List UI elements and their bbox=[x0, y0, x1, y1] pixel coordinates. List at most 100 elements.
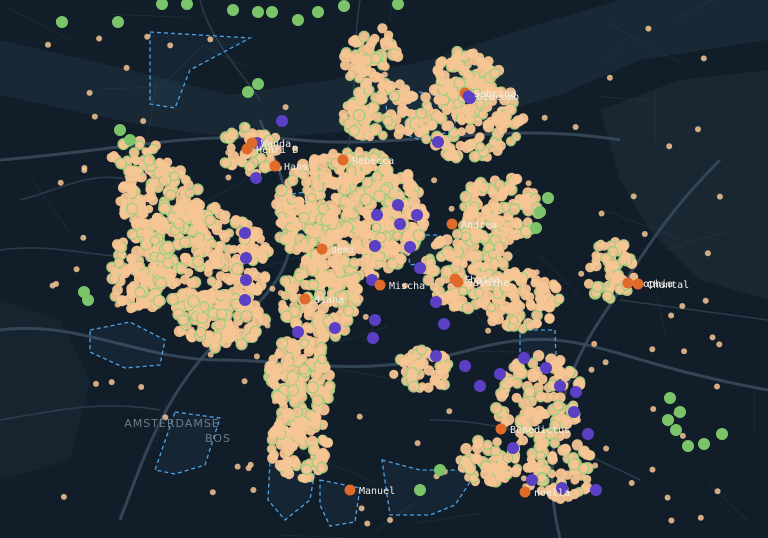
listing-point[interactable] bbox=[473, 180, 482, 189]
listing-point[interactable] bbox=[120, 192, 131, 203]
listing-point[interactable] bbox=[57, 179, 64, 186]
listing-point[interactable] bbox=[192, 255, 205, 268]
listing-point[interactable] bbox=[457, 286, 468, 296]
listing-point[interactable] bbox=[460, 66, 470, 75]
listing-point[interactable] bbox=[505, 104, 515, 114]
listing-point[interactable] bbox=[664, 494, 671, 501]
listing-point[interactable] bbox=[556, 366, 566, 376]
listing-point[interactable] bbox=[362, 313, 369, 320]
listing-point[interactable] bbox=[405, 90, 418, 103]
listing-point[interactable] bbox=[585, 262, 595, 273]
listing-point[interactable] bbox=[666, 143, 673, 150]
listing-point[interactable] bbox=[184, 268, 194, 278]
person-marker-diana[interactable]: diana bbox=[299, 293, 345, 307]
listing-point[interactable] bbox=[547, 454, 558, 465]
listing-point[interactable] bbox=[423, 382, 434, 393]
listing-point[interactable] bbox=[471, 442, 484, 454]
listing-point[interactable] bbox=[282, 442, 293, 453]
green-marker[interactable] bbox=[292, 14, 304, 26]
listing-point[interactable] bbox=[511, 392, 522, 403]
listing-point[interactable] bbox=[415, 107, 427, 119]
listing-point[interactable] bbox=[407, 354, 417, 364]
listing-point[interactable] bbox=[570, 475, 580, 485]
listing-point[interactable] bbox=[172, 216, 179, 223]
purple-marker[interactable] bbox=[582, 428, 594, 440]
listing-point[interactable] bbox=[355, 93, 367, 105]
listing-point[interactable] bbox=[379, 37, 389, 47]
listing-point[interactable] bbox=[645, 25, 652, 32]
listing-point[interactable] bbox=[486, 302, 497, 313]
listing-point[interactable] bbox=[348, 125, 360, 137]
listing-point[interactable] bbox=[293, 425, 304, 435]
listing-point[interactable] bbox=[522, 462, 533, 473]
listing-point[interactable] bbox=[420, 92, 431, 103]
listing-point[interactable] bbox=[412, 229, 426, 242]
purple-marker[interactable] bbox=[414, 262, 426, 274]
listing-point[interactable] bbox=[488, 462, 498, 472]
purple-marker[interactable] bbox=[292, 326, 304, 338]
listing-point[interactable] bbox=[210, 336, 220, 346]
listing-point[interactable] bbox=[155, 157, 165, 167]
listing-point[interactable] bbox=[490, 201, 501, 212]
listing-point[interactable] bbox=[49, 282, 56, 289]
listing-point[interactable] bbox=[310, 337, 319, 346]
listing-point[interactable] bbox=[111, 267, 120, 276]
listing-point[interactable] bbox=[161, 240, 175, 254]
listing-point[interactable] bbox=[442, 78, 453, 88]
person-dot[interactable] bbox=[446, 218, 458, 230]
listing-point[interactable] bbox=[460, 443, 472, 455]
listing-point[interactable] bbox=[177, 314, 189, 326]
listing-point[interactable] bbox=[196, 311, 209, 324]
listing-point[interactable] bbox=[436, 365, 446, 375]
purple-marker[interactable] bbox=[518, 352, 530, 364]
listing-point[interactable] bbox=[223, 291, 232, 301]
listing-point[interactable] bbox=[432, 376, 441, 386]
listing-point[interactable] bbox=[251, 271, 262, 282]
listing-point[interactable] bbox=[533, 269, 540, 276]
listing-point[interactable] bbox=[210, 259, 221, 270]
listing-point[interactable] bbox=[220, 210, 231, 221]
listing-point[interactable] bbox=[303, 305, 315, 317]
green-marker[interactable] bbox=[338, 0, 350, 12]
listing-point[interactable] bbox=[437, 56, 447, 66]
map-svg[interactable]: SabrinaGiacomoWandaHenri BHansRebeccaAnd… bbox=[0, 0, 768, 538]
green-marker[interactable] bbox=[312, 6, 324, 18]
listing-point[interactable] bbox=[328, 148, 338, 159]
listing-point[interactable] bbox=[548, 279, 559, 290]
listing-point[interactable] bbox=[485, 327, 492, 334]
purple-marker[interactable] bbox=[411, 209, 423, 221]
listing-point[interactable] bbox=[248, 333, 257, 342]
listing-point[interactable] bbox=[311, 394, 324, 407]
listing-point[interactable] bbox=[356, 232, 363, 239]
listing-point[interactable] bbox=[461, 301, 475, 315]
person-dot[interactable] bbox=[344, 484, 356, 496]
person-dot[interactable] bbox=[632, 278, 644, 290]
listing-point[interactable] bbox=[714, 383, 720, 390]
green-marker[interactable] bbox=[252, 6, 264, 18]
listing-point[interactable] bbox=[234, 463, 241, 470]
listing-point[interactable] bbox=[525, 180, 532, 187]
listing-point[interactable] bbox=[260, 242, 271, 253]
listing-point[interactable] bbox=[144, 33, 151, 40]
listing-point[interactable] bbox=[468, 473, 479, 484]
listing-point[interactable] bbox=[323, 276, 333, 285]
listing-point[interactable] bbox=[346, 172, 356, 183]
green-marker[interactable] bbox=[112, 16, 124, 28]
person-dot[interactable] bbox=[374, 279, 386, 291]
listing-point[interactable] bbox=[490, 259, 500, 269]
listing-point[interactable] bbox=[392, 51, 404, 62]
purple-marker[interactable] bbox=[329, 322, 341, 334]
listing-point[interactable] bbox=[448, 205, 455, 212]
purple-marker[interactable] bbox=[371, 209, 383, 221]
listing-point[interactable] bbox=[282, 407, 295, 420]
listing-point[interactable] bbox=[509, 267, 521, 278]
listing-point[interactable] bbox=[355, 146, 364, 156]
listing-point[interactable] bbox=[157, 165, 170, 177]
listing-point[interactable] bbox=[497, 187, 509, 199]
listing-point[interactable] bbox=[324, 210, 336, 222]
listing-point[interactable] bbox=[552, 399, 564, 412]
listing-point[interactable] bbox=[446, 408, 453, 415]
listing-point[interactable] bbox=[572, 124, 579, 130]
listing-point[interactable] bbox=[111, 239, 123, 250]
listing-point[interactable] bbox=[569, 488, 580, 500]
